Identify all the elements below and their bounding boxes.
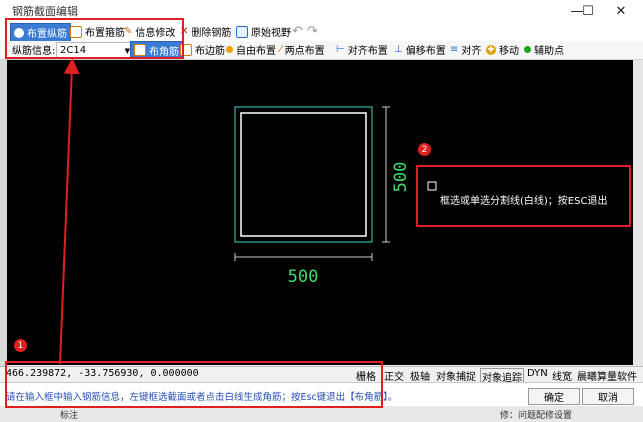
annotation-arrow [59,58,80,365]
